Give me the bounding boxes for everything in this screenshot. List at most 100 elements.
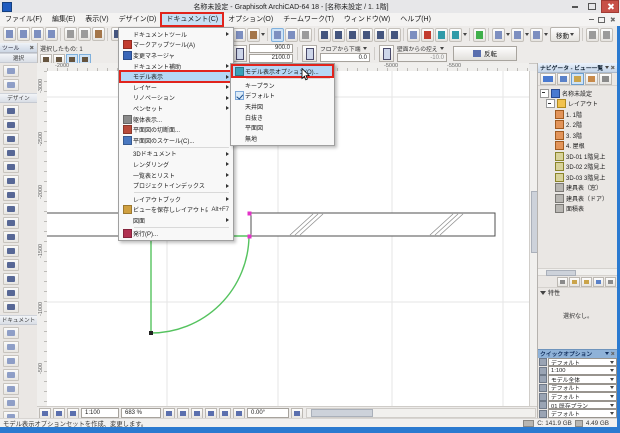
- menu-item-3d-document[interactable]: 3Dドキュメント: [120, 149, 232, 160]
- tool-curtain-wall[interactable]: [3, 259, 19, 271]
- maximize-button[interactable]: [584, 1, 600, 12]
- door-handle-bottom[interactable]: [247, 234, 252, 239]
- menu-teamwork[interactable]: チームワーク(T): [278, 13, 339, 26]
- tree-item-layout[interactable]: 1. 1階: [538, 109, 618, 120]
- tree-horizontal-scrollbar[interactable]: [538, 268, 618, 277]
- menu-item-renovation[interactable]: リノベーション: [120, 93, 232, 104]
- structure-display-select[interactable]: モデル全体: [548, 375, 617, 384]
- pen-set-select[interactable]: デフォルト: [548, 383, 617, 393]
- tree-item-3d-view[interactable]: 3D-01 1階見上: [538, 151, 618, 162]
- view-combo-icon[interactable]: [530, 27, 543, 42]
- tool-dimension[interactable]: [3, 327, 19, 339]
- toolbox-header[interactable]: ツール: [0, 43, 37, 53]
- print-icon[interactable]: [45, 27, 58, 41]
- doc-restore-icon[interactable]: [598, 16, 605, 23]
- menu-options[interactable]: オプション(O): [223, 13, 278, 26]
- menu-item-layers[interactable]: レイヤー: [120, 82, 232, 93]
- zoom-percent-field[interactable]: 683 %: [121, 408, 161, 418]
- navigator-menu-icon[interactable]: [605, 66, 609, 69]
- menu-window[interactable]: ウィンドウ(W): [339, 13, 395, 26]
- pen-set-dropdown-icon[interactable]: [525, 33, 529, 36]
- close-button[interactable]: [601, 0, 619, 13]
- collapse-icon[interactable]: [546, 99, 555, 109]
- menu-item-project-indexes[interactable]: プロジェクトインデックス: [120, 180, 232, 191]
- menu-item-pen-sets[interactable]: ペンセット: [120, 103, 232, 114]
- door-height-field[interactable]: 2100.0: [249, 53, 293, 63]
- menu-edit[interactable]: 編集(E): [47, 13, 80, 26]
- menu-item-rendering[interactable]: レンダリング: [120, 159, 232, 170]
- tool-mesh[interactable]: [3, 231, 19, 243]
- layer-combo-icon[interactable]: [492, 27, 505, 42]
- markup-pen-icon[interactable]: [421, 27, 434, 42]
- tool-slab[interactable]: [3, 175, 19, 187]
- submenu-item-ceiling-plan[interactable]: 天井図: [232, 101, 333, 112]
- cut-icon[interactable]: [64, 27, 77, 41]
- submenu-item-plain[interactable]: 無地: [232, 133, 333, 144]
- menu-item-markup-tools[interactable]: マークアップツール(A): [120, 40, 232, 51]
- anchor-value-field[interactable]: 0.0: [320, 53, 370, 62]
- tool-level-dimension[interactable]: [3, 341, 19, 353]
- open-icon[interactable]: [17, 27, 30, 41]
- menu-item-document-extras[interactable]: ドキュメント補助: [120, 61, 232, 72]
- menu-item-change-manager[interactable]: 変更マネージャ: [120, 50, 232, 61]
- submenu-item-floor-plan[interactable]: 平面図: [232, 122, 333, 133]
- menu-file[interactable]: ファイル(F): [0, 13, 47, 26]
- navigator-close-icon[interactable]: [610, 65, 614, 69]
- pan-icon[interactable]: [205, 407, 217, 419]
- tree-item-project[interactable]: 名称未設定: [538, 88, 618, 99]
- menu-item-floor-plan-scale[interactable]: 平面図のスケール(C)...: [120, 135, 232, 146]
- explore-dropdown-icon[interactable]: [463, 33, 467, 36]
- copy-icon[interactable]: [78, 27, 91, 41]
- wall-reference-face-icon[interactable]: [285, 27, 298, 42]
- grid-snap-icon[interactable]: [407, 27, 420, 42]
- new-folder-icon[interactable]: [569, 276, 580, 287]
- publisher-icon[interactable]: [599, 73, 612, 85]
- tool-zone[interactable]: [3, 245, 19, 257]
- tree-item-3d-view[interactable]: 3D-03 3階見上: [538, 172, 618, 183]
- tool-wall[interactable]: [3, 105, 19, 117]
- clone-folder-icon[interactable]: [593, 276, 604, 287]
- tool-fill[interactable]: [3, 383, 19, 395]
- tool-stair[interactable]: [3, 217, 19, 229]
- menu-item-save-view-place-layout[interactable]: ビューを保存しレイアウトに配置 Alt+F7: [120, 205, 232, 216]
- relative-angle-icon[interactable]: [360, 27, 373, 42]
- toolbox-section-document[interactable]: ドキュメント: [0, 315, 37, 325]
- layer-combo-dropdown-icon[interactable]: [506, 33, 510, 36]
- tool-window[interactable]: [3, 133, 19, 145]
- new-document-icon[interactable]: [3, 27, 16, 41]
- model-view-select[interactable]: デフォルト: [548, 392, 617, 401]
- quick-options-menu-icon[interactable]: [605, 352, 609, 356]
- wall-reference-line-icon[interactable]: [271, 27, 284, 42]
- menu-item-publish[interactable]: 発行(P)...: [120, 229, 232, 240]
- tree-item-layout-folder[interactable]: レイアウト: [538, 99, 618, 110]
- tree-item-schedule[interactable]: 建具表（窓）: [538, 183, 618, 194]
- door-handle-top[interactable]: [247, 211, 252, 216]
- orientation-field[interactable]: 0.00°: [247, 408, 289, 418]
- arrow-tool-icon[interactable]: [233, 27, 246, 42]
- tree-item-layout[interactable]: 3. 3階: [538, 130, 618, 141]
- scale-select[interactable]: 1:100: [548, 366, 617, 376]
- menu-document[interactable]: ドキュメント(C): [160, 12, 225, 27]
- tool-shell[interactable]: [3, 203, 19, 215]
- tool-marquee[interactable]: [3, 79, 19, 91]
- hscroll-thumb[interactable]: [311, 409, 373, 417]
- guide-line-icon[interactable]: [318, 27, 331, 42]
- tool-line[interactable]: [3, 397, 19, 409]
- door-width-field[interactable]: 900.0: [249, 43, 293, 53]
- quick-options-header[interactable]: クイックオプション: [538, 348, 618, 358]
- view-map-icon[interactable]: [571, 73, 584, 85]
- submenu-item-model-view-options[interactable]: モデル表示オプション(O)...: [231, 64, 334, 78]
- view-settings-icon[interactable]: [557, 276, 568, 287]
- menu-item-partial-structure[interactable]: 躯体表示...: [120, 114, 232, 125]
- tool-beam[interactable]: [3, 161, 19, 173]
- toolbox-section-select[interactable]: 選択: [0, 53, 37, 63]
- quick-model-view-icon[interactable]: [53, 407, 65, 419]
- canvas-horizontal-scrollbar[interactable]: [306, 408, 536, 418]
- zoom-menu-icon[interactable]: [163, 407, 175, 419]
- delete-icon[interactable]: [605, 276, 616, 287]
- anchor-dropdown-icon[interactable]: [362, 47, 367, 50]
- reference-off-icon[interactable]: [299, 27, 312, 42]
- properties-header[interactable]: 特性: [538, 288, 618, 297]
- toolbox-section-design[interactable]: デザイン: [0, 93, 37, 103]
- save-icon[interactable]: [31, 27, 44, 41]
